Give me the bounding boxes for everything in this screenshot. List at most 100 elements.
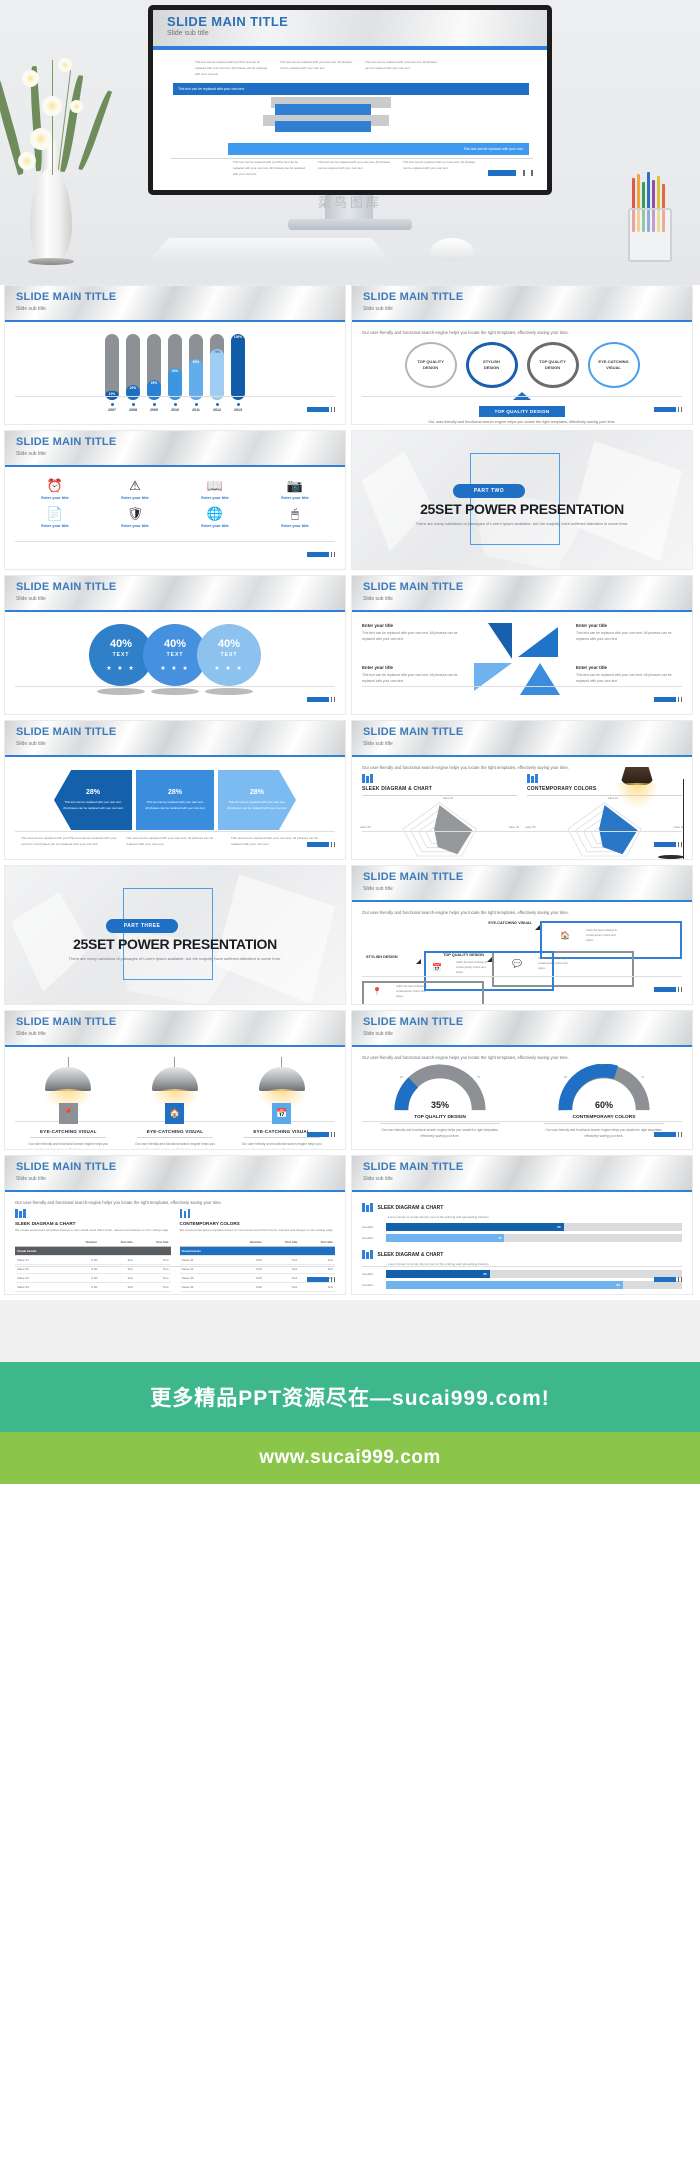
icon-cell[interactable]: ⚠ Enter your title — [95, 479, 175, 501]
cell: Text — [299, 1291, 335, 1294]
flower — [58, 58, 72, 72]
slide-radar-chart[interactable]: SLIDE MAIN TITLE Slide sub title Our use… — [351, 720, 693, 860]
slide-thermometer-chart[interactable]: SLIDE MAIN TITLE Slide sub title 10% 20%… — [4, 285, 346, 425]
thermometer-bar: 10% — [105, 334, 119, 400]
slide-subtitle: Slide sub title — [363, 1031, 393, 1037]
lamp-shade — [151, 1067, 198, 1091]
pencil-cup-glass — [628, 208, 672, 262]
monitor: SLIDE MAIN TITLE Slide sub title This te… — [148, 5, 552, 195]
slide-workflow-diagram[interactable]: SLIDE MAIN TITLE Slide sub title Our use… — [351, 865, 693, 1005]
mouse — [430, 238, 474, 262]
slide-part-two[interactable]: PART TWO 25SET POWER PRESENTATION There … — [351, 430, 693, 570]
slide-part-three[interactable]: PART THREE 25SET POWER PRESENTATION Ther… — [4, 865, 346, 1005]
slide-row: SLIDE MAIN TITLE Slide sub title ⏰ Enter … — [4, 430, 696, 570]
page-indicator-bar — [488, 169, 517, 176]
hexagon-row: 28% This text can be replaced with your … — [15, 770, 335, 830]
cell: Visual trends — [15, 1246, 66, 1256]
hero-preview: SLIDE MAIN TITLE Slide sub title This te… — [0, 0, 700, 285]
part-caption: There are many variations of passages of… — [68, 956, 282, 961]
slide-header: SLIDE MAIN TITLE Slide sub title — [5, 1156, 345, 1192]
slide-gauge-chart[interactable]: SLIDE MAIN TITLE Slide sub title Our use… — [351, 1010, 693, 1150]
slide-icon-grid[interactable]: SLIDE MAIN TITLE Slide sub title ⏰ Enter … — [4, 430, 346, 570]
hbar-row: visual01 40 — [362, 1234, 682, 1242]
slide-title: SLIDE MAIN TITLE — [363, 1161, 464, 1173]
icon-label: Enter your title — [41, 495, 69, 500]
slide-data-tables[interactable]: SLIDE MAIN TITLE Slide sub title Our use… — [4, 1155, 346, 1295]
hexagon-node[interactable]: 28% This text can be replaced with your … — [136, 770, 214, 830]
slide-footer — [15, 396, 335, 419]
circle-node[interactable]: 40% TEXT ★ ★ ★ — [197, 624, 261, 686]
icon-cell[interactable]: 🖱 Enter your title — [255, 507, 335, 529]
pinwheel-item: Enter your title This text can be replac… — [576, 665, 682, 685]
col-head: Text title — [99, 1237, 135, 1247]
part-heading: 25SET POWER PRESENTATION — [420, 501, 624, 517]
part-pill[interactable]: PART THREE — [106, 919, 178, 933]
slide-hexagon-chart[interactable]: SLIDE MAIN TITLE Slide sub title 28% Thi… — [4, 720, 346, 860]
promo-banner-lime[interactable]: www.sucai999.com — [0, 1432, 700, 1484]
thermometer-bar: 40% — [168, 334, 182, 400]
part-pill[interactable]: PART TWO — [453, 484, 525, 498]
slide-footer — [15, 686, 335, 709]
promo-banner-green[interactable]: 更多精品PPT资源尽在—sucai999.com! — [0, 1362, 700, 1432]
hexagon-node[interactable]: 28% This text can be replaced with your … — [54, 770, 132, 830]
hero-slide-title: SLIDE MAIN TITLE — [167, 14, 289, 29]
watermark: 菜鸟图库 — [317, 195, 382, 210]
location-pin-icon: 📍 — [58, 1103, 78, 1124]
icon-cell[interactable]: ⏰ Enter your title — [15, 479, 95, 501]
thermometer-bar: 25% — [147, 334, 161, 400]
ellipse-node[interactable]: TOP QUALITY DESIGN — [526, 342, 579, 388]
circle-stars: ★ ★ ★ — [160, 666, 190, 672]
ellipse-node[interactable]: EYE-CATCHING VISUAL — [587, 342, 640, 388]
slide-circle-chart[interactable]: SLIDE MAIN TITLE Slide sub title 40% TEX… — [4, 575, 346, 715]
slide-horizontal-bars[interactable]: SLIDE MAIN TITLE Slide sub title SLEEK D… — [351, 1155, 693, 1295]
node-line2: DESIGN — [422, 365, 439, 370]
table-row: Value 01 0.00 Text Text — [15, 1255, 171, 1265]
flower — [70, 100, 83, 113]
slide-header: SLIDE MAIN TITLE Slide sub title — [5, 431, 345, 467]
table-heading: SLEEK DIAGRAM & CHART — [15, 1221, 76, 1226]
slide-title: SLIDE MAIN TITLE — [363, 581, 464, 593]
page-indicator-tick — [522, 169, 525, 176]
slide-lede: Our user-friendly and functional search-… — [362, 1055, 569, 1060]
slide-header: SLIDE MAIN TITLE Slide sub title — [5, 721, 345, 757]
icon-cell[interactable]: 📄 Enter your title — [15, 507, 95, 529]
hbar-label: visual02 — [362, 1225, 374, 1229]
icon-cell[interactable]: 📷 Enter your title — [255, 479, 335, 501]
node-line2: DESIGN — [544, 365, 561, 370]
icon-cell[interactable]: 🛡 Enter your title — [95, 507, 175, 529]
slide-header: SLIDE MAIN TITLE Slide sub title — [352, 866, 692, 902]
circle-label: TEXT — [112, 652, 130, 658]
slide-header: SLIDE MAIN TITLE Slide sub title — [352, 1156, 692, 1192]
table-heading: CONTEMPORARY COLORS — [179, 1221, 240, 1226]
gauge-tick: 50 — [436, 1064, 440, 1066]
hexagon-node[interactable]: 28% This text can be replaced with your … — [218, 770, 296, 830]
bars-icon — [15, 1209, 171, 1218]
slide-title: SLIDE MAIN TITLE — [16, 1161, 117, 1173]
calendar-icon: 📅 — [272, 1103, 292, 1124]
part-frame — [123, 888, 213, 980]
slide-footer — [15, 1266, 335, 1289]
bar-value: 60% — [192, 360, 200, 365]
hero-slide-header: SLIDE MAIN TITLE Slide sub title — [153, 10, 547, 50]
hero-top-paragraphs: This text can be replaced with yourThis … — [195, 60, 529, 77]
icon-cell[interactable]: 📖 Enter your title — [175, 479, 255, 501]
ellipse-node[interactable]: STYLISH DESIGN — [465, 342, 518, 388]
gauge-graphic: 35% 0 25 50 75 100 — [394, 1064, 486, 1112]
slide-header: SLIDE MAIN TITLE Slide sub title — [5, 1011, 345, 1047]
hbar-row: visual02 60 — [362, 1223, 682, 1231]
cell: Text — [263, 1291, 300, 1294]
gauge-tick: 25 — [564, 1076, 567, 1079]
ellipse-node[interactable]: TOP QUALITY DESIGN — [404, 342, 457, 388]
icon-label: Enter your title — [281, 495, 309, 500]
col-head: Number — [229, 1237, 264, 1247]
slide-ellipse-diagram[interactable]: SLIDE MAIN TITLE Slide sub title Our use… — [351, 285, 693, 425]
lamp-shade — [258, 1067, 305, 1091]
slide-pinwheel-diagram[interactable]: SLIDE MAIN TITLE Slide sub title Enter y… — [351, 575, 693, 715]
hero-bar-top: This text can be replaced with your own … — [173, 83, 529, 96]
keyboard — [149, 238, 391, 260]
slide-lamp-cards[interactable]: SLIDE MAIN TITLE Slide sub title 📍 EYE-C… — [4, 1010, 346, 1150]
item-title: Enter your title — [362, 623, 393, 628]
calendar-icon: 📅 — [432, 963, 442, 972]
icon-cell[interactable]: 🌐 Enter your title — [175, 507, 255, 529]
slide-subtitle: Slide sub title — [16, 451, 46, 457]
